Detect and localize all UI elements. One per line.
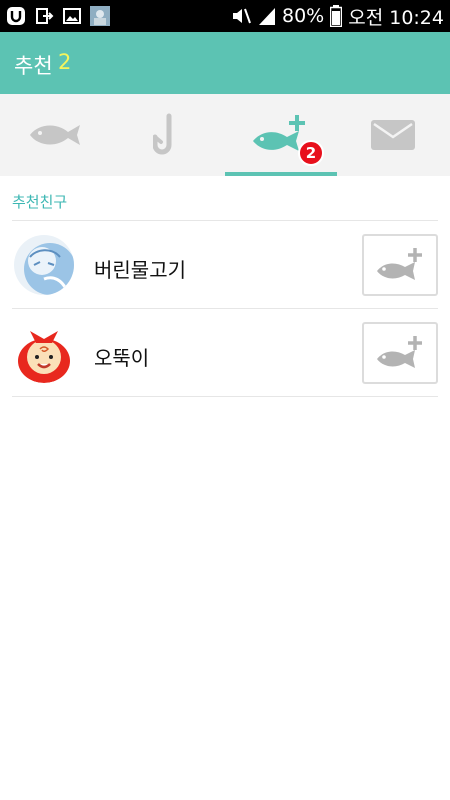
hook-icon — [153, 113, 172, 155]
doll-avatar-icon — [14, 323, 74, 383]
list-item[interactable]: 버린물고기 — [12, 221, 438, 309]
section-title: 추천친구 — [12, 193, 68, 211]
drawing-avatar-icon — [14, 235, 74, 295]
photo-thumbnail-icon — [90, 6, 110, 26]
status-bar: 80% 오전 10:24 — [0, 0, 450, 32]
mail-icon — [371, 120, 415, 150]
add-friend-button[interactable] — [362, 322, 438, 384]
tab-recommend[interactable] — [225, 94, 337, 176]
signal-icon — [259, 8, 275, 25]
status-notifications — [6, 4, 110, 28]
recommend-badge: 2 — [298, 140, 324, 166]
status-system: 80% 오전 10:24 — [230, 0, 444, 32]
tab-hook[interactable] — [112, 94, 224, 176]
battery-icon — [330, 5, 343, 27]
app-header: 추천 2 — [0, 32, 450, 94]
tab-fish[interactable] — [0, 94, 112, 176]
battery-percent: 80% — [282, 5, 325, 27]
u-app-icon — [7, 7, 25, 25]
active-tab-indicator — [225, 172, 337, 176]
image-icon — [63, 8, 81, 24]
avatar — [14, 235, 74, 295]
fish-add-icon — [377, 248, 422, 280]
friend-name: 버린물고기 — [94, 258, 186, 282]
fish-icon — [30, 125, 80, 145]
exit-icon — [36, 8, 54, 24]
divider — [12, 396, 438, 397]
friend-name: 오뚝이 — [94, 346, 150, 370]
mute-icon — [233, 8, 251, 24]
tab-bar — [0, 94, 450, 176]
list-item[interactable]: 오뚝이 — [12, 309, 438, 397]
avatar — [14, 323, 74, 383]
add-friend-button[interactable] — [362, 234, 438, 296]
recommend-count: 2 — [58, 50, 72, 74]
clock: 오전 10:24 — [348, 6, 444, 29]
page-title: 추천 — [14, 54, 53, 78]
fish-add-icon — [377, 336, 422, 368]
tab-mail[interactable] — [337, 94, 449, 176]
